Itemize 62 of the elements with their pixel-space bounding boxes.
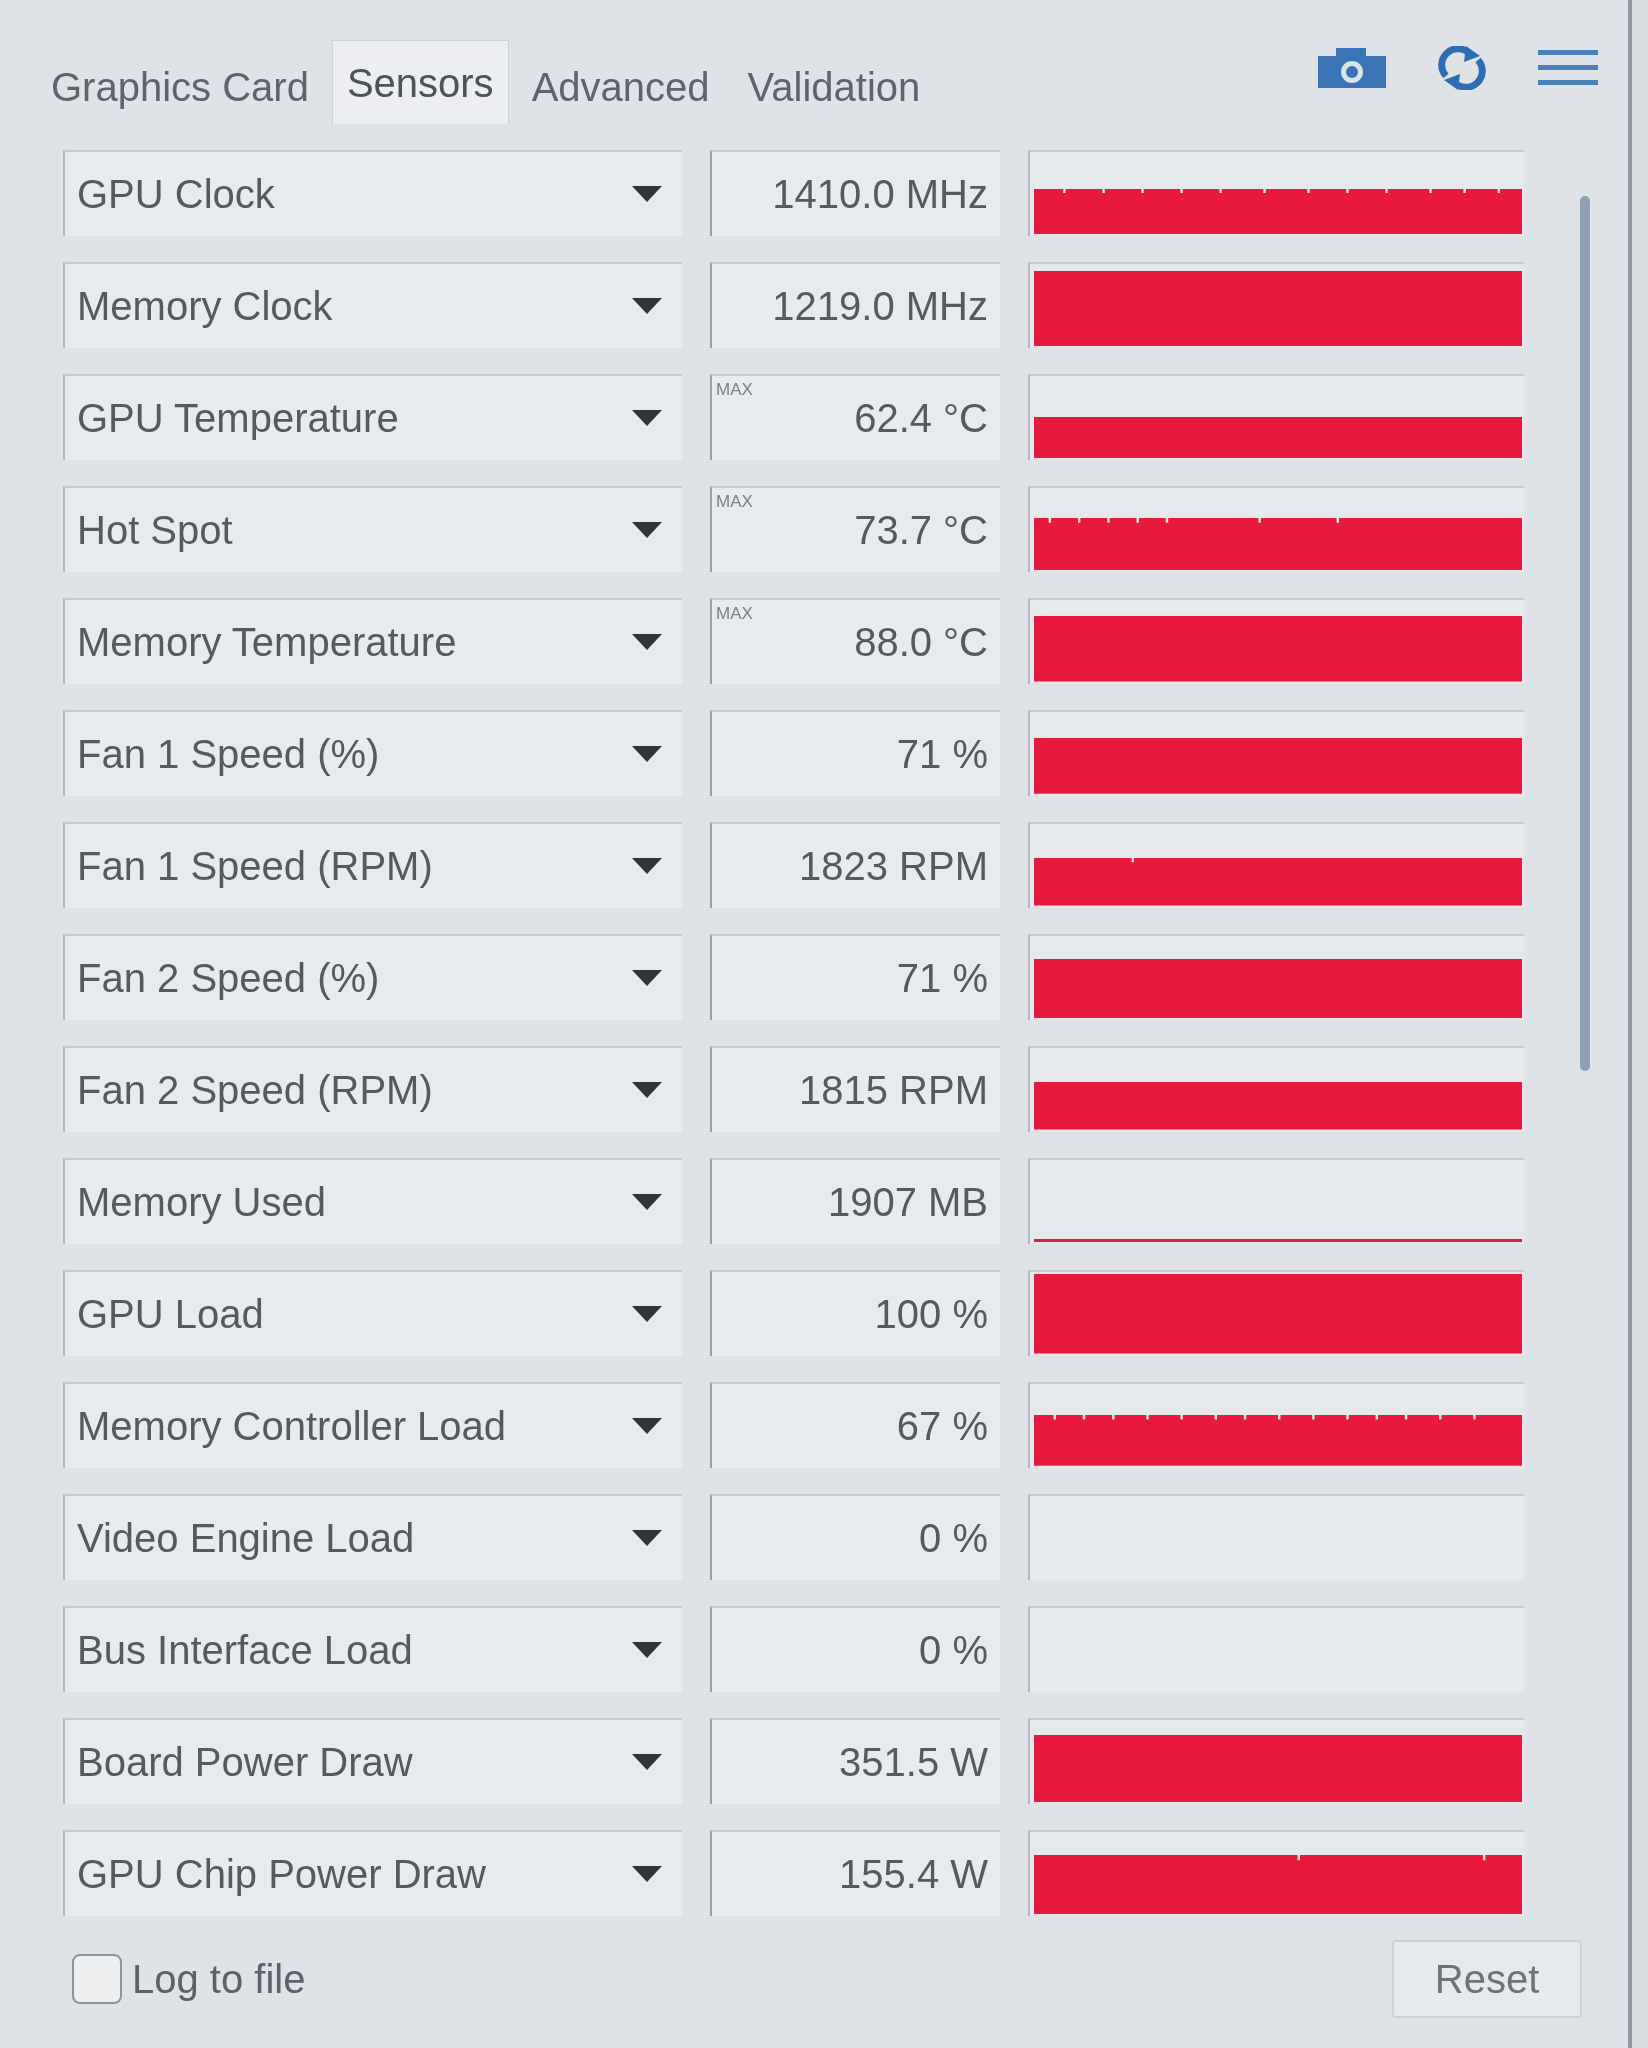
sensor-dropdown[interactable]: Hot Spot <box>63 486 682 572</box>
sensor-dropdown[interactable]: GPU Temperature <box>63 374 682 460</box>
caret-icon <box>632 1194 662 1210</box>
sensor-value: 100 % <box>874 1291 988 1337</box>
caret-icon <box>632 746 662 762</box>
sensor-dropdown[interactable]: Bus Interface Load <box>63 1606 682 1692</box>
caret-icon <box>632 970 662 986</box>
caret-icon <box>632 634 662 650</box>
caret-icon <box>632 410 662 426</box>
sensor-dropdown[interactable]: Memory Temperature <box>63 598 682 684</box>
camera-icon[interactable] <box>1318 48 1386 88</box>
tab[interactable]: Graphics Card <box>36 48 324 124</box>
sensor-value: 62.4 °C <box>854 395 988 441</box>
sensor-value: 0 % <box>919 1627 988 1673</box>
tab[interactable]: Sensors <box>331 40 509 124</box>
sensor-dropdown[interactable]: Fan 1 Speed (%) <box>63 710 682 796</box>
sensor-value: 67 % <box>896 1403 988 1449</box>
sensor-dropdown[interactable]: Fan 2 Speed (RPM) <box>63 1046 682 1132</box>
sensor-value: 0 % <box>919 1515 988 1561</box>
tab[interactable]: Validation <box>732 48 936 124</box>
menu-icon[interactable] <box>1538 48 1598 88</box>
mode-label: MAX <box>716 380 753 400</box>
caret-icon <box>632 522 662 538</box>
caret-icon <box>632 1418 662 1434</box>
mode-label: MAX <box>716 492 753 512</box>
caret-icon <box>632 858 662 874</box>
sensor-dropdown[interactable]: Memory Clock <box>63 262 682 348</box>
sensor-value: 1815 RPM <box>799 1067 988 1113</box>
sensor-value: 73.7 °C <box>854 507 988 553</box>
caret-icon <box>632 1530 662 1546</box>
refresh-icon[interactable] <box>1436 46 1488 90</box>
reset-button[interactable]: Reset <box>1392 1940 1582 2018</box>
mode-label: MAX <box>716 604 753 624</box>
sensor-value: 88.0 °C <box>854 619 988 665</box>
sensor-value: 1907 MB <box>827 1179 988 1225</box>
sensor-value: 71 % <box>896 731 988 777</box>
sensor-dropdown[interactable]: Board Power Draw <box>63 1718 682 1804</box>
sensor-dropdown[interactable]: GPU Clock <box>63 150 682 236</box>
caret-icon <box>632 1082 662 1098</box>
sensor-value: 155.4 W <box>839 1851 988 1897</box>
sensor-value: 351.5 W <box>839 1739 988 1785</box>
checkbox-label[interactable]: Log to file <box>132 1956 306 2002</box>
caret-icon <box>632 1642 662 1658</box>
sensor-value: 1410.0 MHz <box>772 171 988 217</box>
caret-icon <box>632 1306 662 1322</box>
sensor-value: 71 % <box>896 955 988 1001</box>
caret-icon <box>632 1754 662 1770</box>
sensor-dropdown[interactable]: Video Engine Load <box>63 1494 682 1580</box>
caret-icon <box>632 298 662 314</box>
sensor-dropdown[interactable]: Fan 1 Speed (RPM) <box>63 822 682 908</box>
sensor-dropdown[interactable]: Fan 2 Speed (%) <box>63 934 682 1020</box>
sensor-dropdown[interactable]: Memory Used <box>63 1158 682 1244</box>
sensor-dropdown[interactable]: GPU Load <box>63 1270 682 1356</box>
tab[interactable]: Advanced <box>516 48 725 124</box>
sensor-dropdown[interactable]: Memory Controller Load <box>63 1382 682 1468</box>
sensor-value: 1219.0 MHz <box>772 283 988 329</box>
caret-icon <box>632 1866 662 1882</box>
checkbox[interactable] <box>72 1954 122 2004</box>
scrollbar-thumb[interactable] <box>1580 196 1590 1071</box>
caret-icon <box>632 186 662 202</box>
sensor-dropdown[interactable]: GPU Chip Power Draw <box>63 1830 682 1916</box>
sensor-value: 1823 RPM <box>799 843 988 889</box>
